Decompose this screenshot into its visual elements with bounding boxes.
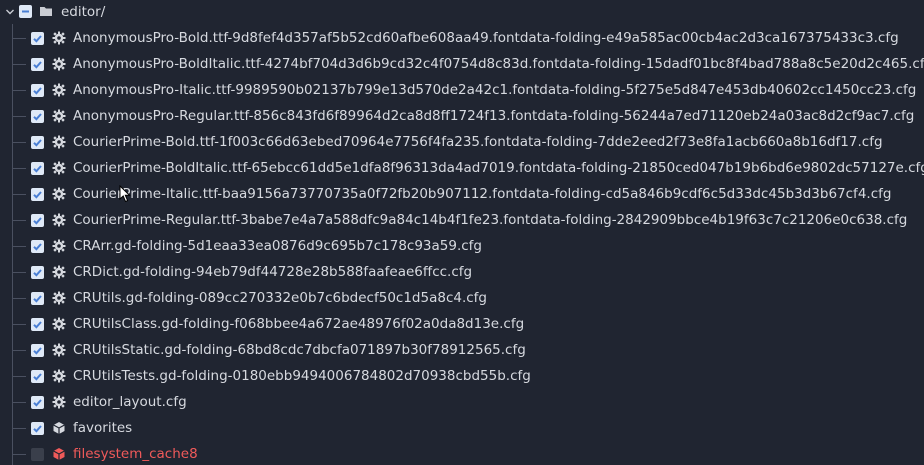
item-label: editor_layout.cfg — [73, 394, 187, 410]
gear-file-icon — [52, 369, 66, 383]
item-label: filesystem_cache8 — [73, 446, 198, 462]
tree-root-editor[interactable]: editor/ — [0, 0, 924, 25]
gear-file-icon — [52, 343, 66, 357]
gear-file-icon — [52, 213, 66, 227]
item-label: CourierPrime-Regular.ttf-3babe7e4a7a588d… — [73, 212, 908, 228]
item-checkbox[interactable] — [31, 422, 44, 435]
item-checkbox[interactable] — [31, 396, 44, 409]
tree-item[interactable]: CRUtils.gd-folding-089cc270332e0b7c6bdec… — [0, 285, 924, 311]
tree-item[interactable]: CourierPrime-Italic.ttf-baa9156a73770735… — [0, 181, 924, 207]
gear-file-icon — [52, 31, 66, 45]
item-checkbox[interactable] — [31, 344, 44, 357]
item-label: AnonymousPro-Bold.ttf-9d8fef4d357af5b52c… — [73, 30, 899, 46]
item-label: AnonymousPro-BoldItalic.ttf-4274bf704d3d… — [73, 56, 924, 72]
tree-item[interactable]: filesystem_cache8 — [0, 441, 924, 465]
tree-guide-branch — [12, 298, 26, 299]
item-label: CourierPrime-BoldItalic.ttf-65ebcc61dd5e… — [73, 160, 924, 176]
gear-file-icon — [52, 291, 66, 305]
item-checkbox[interactable] — [31, 32, 44, 45]
tree-guide-branch — [12, 64, 26, 65]
item-checkbox[interactable] — [31, 58, 44, 71]
tree-item[interactable]: AnonymousPro-Regular.ttf-856c843fd6f8996… — [0, 103, 924, 129]
tree-item[interactable]: CourierPrime-Bold.ttf-1f003c66d63ebed709… — [0, 129, 924, 155]
item-label: AnonymousPro-Italic.ttf-9989590b02137b79… — [73, 82, 917, 98]
tree-item[interactable]: favorites — [0, 415, 924, 441]
tree-item[interactable]: AnonymousPro-Italic.ttf-9989590b02137b79… — [0, 77, 924, 103]
gear-file-icon — [52, 317, 66, 331]
tree-guide-branch — [12, 324, 26, 325]
tree-item[interactable]: CRArr.gd-folding-5d1eaa33ea0876d9c695b7c… — [0, 233, 924, 259]
item-checkbox[interactable] — [31, 240, 44, 253]
tree-guide-branch — [12, 350, 26, 351]
item-checkbox[interactable] — [31, 110, 44, 123]
gear-file-icon — [52, 109, 66, 123]
gear-file-icon — [52, 265, 66, 279]
item-label: CRUtilsTests.gd-folding-0180ebb949400678… — [73, 368, 531, 384]
tree-guide-branch — [12, 402, 26, 403]
tree-guide-branch — [12, 220, 26, 221]
cube-file-icon — [53, 448, 65, 460]
item-label: CRUtils.gd-folding-089cc270332e0b7c6bdec… — [73, 290, 487, 306]
item-checkbox[interactable] — [31, 292, 44, 305]
tree-guide-branch — [12, 428, 26, 429]
item-checkbox[interactable] — [31, 84, 44, 97]
tree-guide-branch — [12, 38, 26, 39]
tree-guide-branch — [12, 194, 26, 195]
item-label: CourierPrime-Bold.ttf-1f003c66d63ebed709… — [73, 134, 883, 150]
tree-item[interactable]: AnonymousPro-Bold.ttf-9d8fef4d357af5b52c… — [0, 25, 924, 51]
item-checkbox[interactable] — [31, 318, 44, 331]
item-checkbox[interactable] — [31, 266, 44, 279]
gear-file-icon — [52, 135, 66, 149]
gear-file-icon — [52, 239, 66, 253]
tree-item[interactable]: CourierPrime-BoldItalic.ttf-65ebcc61dd5e… — [0, 155, 924, 181]
item-label: CRUtilsStatic.gd-folding-68bd8cdc7dbcfa0… — [73, 342, 526, 358]
item-checkbox[interactable] — [31, 136, 44, 149]
item-label: CourierPrime-Italic.ttf-baa9156a73770735… — [73, 186, 892, 202]
gear-file-icon — [52, 83, 66, 97]
gear-file-icon — [52, 161, 66, 175]
gear-file-icon — [52, 57, 66, 71]
item-label: CRUtilsClass.gd-folding-f068bbee4a672ae4… — [73, 316, 525, 332]
item-checkbox[interactable] — [31, 188, 44, 201]
tree-item[interactable]: AnonymousPro-BoldItalic.ttf-4274bf704d3d… — [0, 51, 924, 77]
tree-guide-branch — [12, 116, 26, 117]
folder-icon — [40, 7, 52, 16]
gear-file-icon — [52, 187, 66, 201]
chevron-down-icon[interactable] — [5, 7, 15, 17]
tree-item[interactable]: CRUtilsTests.gd-folding-0180ebb949400678… — [0, 363, 924, 389]
cube-file-icon — [53, 422, 65, 434]
file-tree: editor/ AnonymousPro-Bold.ttf-9d8fef4d35… — [0, 0, 924, 465]
item-label: AnonymousPro-Regular.ttf-856c843fd6f8996… — [73, 108, 915, 124]
item-checkbox[interactable] — [31, 370, 44, 383]
tree-guide-branch — [12, 168, 26, 169]
tree-item[interactable]: editor_layout.cfg — [0, 389, 924, 415]
tree-guide-branch — [12, 142, 26, 143]
tree-item[interactable]: CourierPrime-Regular.ttf-3babe7e4a7a588d… — [0, 207, 924, 233]
root-label: editor/ — [61, 4, 106, 20]
item-label: favorites — [73, 420, 133, 436]
item-label: CRArr.gd-folding-5d1eaa33ea0876d9c695b7c… — [73, 238, 482, 254]
item-checkbox[interactable] — [31, 214, 44, 227]
tree-guide-branch — [12, 272, 26, 273]
item-label: CRDict.gd-folding-94eb79df44728e28b588fa… — [73, 264, 473, 280]
tree-item[interactable]: CRUtilsClass.gd-folding-f068bbee4a672ae4… — [0, 311, 924, 337]
tree-item[interactable]: CRUtilsStatic.gd-folding-68bd8cdc7dbcfa0… — [0, 337, 924, 363]
gear-file-icon — [52, 395, 66, 409]
tree-guide-branch — [12, 90, 26, 91]
tree-guide-branch — [12, 454, 26, 455]
tree-guide-branch — [12, 376, 26, 377]
tree-guide-branch — [12, 246, 26, 247]
checkbox-root[interactable] — [19, 5, 32, 18]
item-checkbox[interactable] — [31, 448, 44, 461]
item-checkbox[interactable] — [31, 162, 44, 175]
tree-item[interactable]: CRDict.gd-folding-94eb79df44728e28b588fa… — [0, 259, 924, 285]
